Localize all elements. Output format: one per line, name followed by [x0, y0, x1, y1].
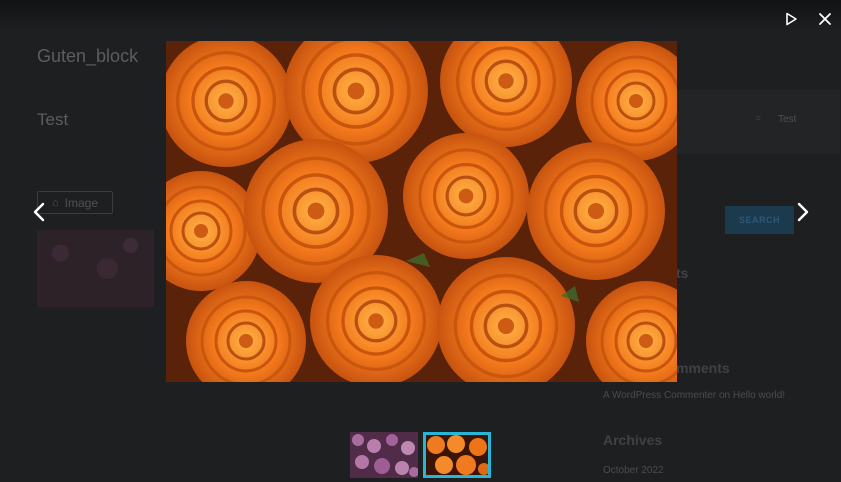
play-icon	[786, 12, 797, 26]
search-widget	[655, 90, 840, 154]
search-input-value: Test	[778, 114, 797, 125]
recent-comments-heading: mments	[676, 360, 730, 376]
recent-comment-item: A WordPress Commenter on Hello world!	[603, 390, 786, 401]
archives-heading: Archives	[603, 432, 663, 448]
thumbnail-orange-roses[interactable]	[423, 432, 491, 478]
close-icon	[819, 13, 831, 25]
chevron-left-icon	[33, 202, 45, 222]
lightbox-main-image[interactable]	[166, 41, 677, 382]
image-block-label: Image	[64, 195, 99, 210]
recent-posts-heading: ts	[676, 265, 689, 281]
gallery-thumbnail-background	[37, 230, 154, 307]
archive-item: October 2022	[603, 465, 664, 476]
image-icon: ⌂	[52, 196, 59, 209]
search-icon: ○	[755, 113, 762, 124]
lightbox-toolbar	[0, 0, 841, 30]
orange-roses-photo	[166, 41, 677, 382]
post-title: Test	[37, 110, 69, 129]
next-slide-button[interactable]	[790, 199, 816, 225]
search-button: SEARCH	[725, 206, 794, 234]
close-lightbox-button[interactable]	[814, 8, 836, 30]
slideshow-play-button[interactable]	[780, 8, 802, 30]
chevron-right-icon	[797, 202, 809, 222]
lightbox-thumbnail-strip	[350, 432, 492, 478]
previous-slide-button[interactable]	[26, 199, 52, 225]
site-title: Guten_block	[37, 46, 139, 66]
thumbnail-purple-flowers[interactable]	[350, 432, 418, 478]
